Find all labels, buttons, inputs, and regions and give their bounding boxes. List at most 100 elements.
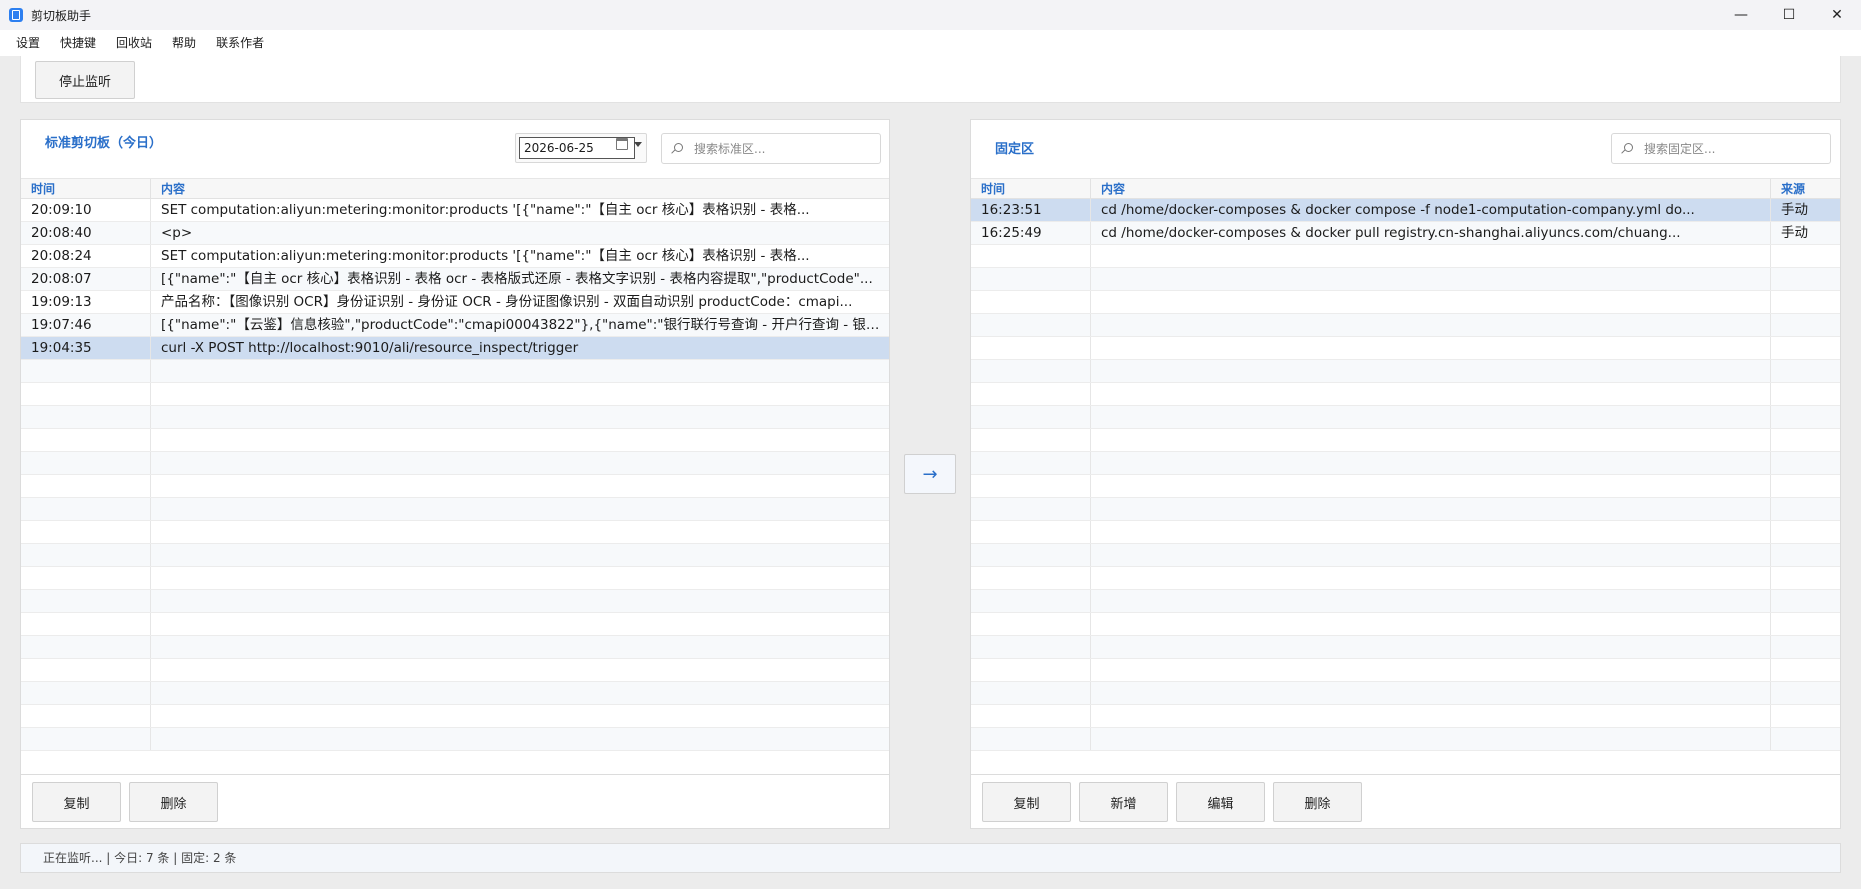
cell-content: cd /home/docker-composes & docker compos… [1091, 199, 1771, 221]
cell-content [151, 636, 889, 658]
empty-row [21, 406, 889, 429]
cell-time [971, 245, 1091, 267]
cell-time [21, 705, 151, 727]
empty-row [971, 636, 1840, 659]
stop-listening-button[interactable]: 停止监听 [35, 61, 135, 99]
cell-source [1771, 406, 1840, 428]
empty-row [971, 498, 1840, 521]
standard-search-box[interactable] [661, 133, 881, 164]
add-button[interactable]: 新增 [1079, 782, 1168, 822]
column-content[interactable]: 内容 [151, 179, 889, 198]
cell-time [971, 705, 1091, 727]
delete-button[interactable]: 删除 [1273, 782, 1362, 822]
cell-content [1091, 498, 1771, 520]
empty-row [971, 268, 1840, 291]
cell-content [151, 383, 889, 405]
minimize-icon[interactable]: — [1717, 0, 1765, 30]
empty-row [971, 245, 1840, 268]
standard-search-input[interactable] [694, 134, 874, 163]
empty-row [971, 682, 1840, 705]
table-row[interactable]: 19:09:13 产品名称：【图像识别 OCR】身份证识别 - 身份证 OCR -… [21, 291, 889, 314]
menu-shortcuts[interactable]: 快捷键 [50, 30, 106, 56]
cell-time [21, 659, 151, 681]
column-content[interactable]: 内容 [1091, 179, 1771, 198]
table-row[interactable]: 16:23:51 cd /home/docker-composes & docke… [971, 199, 1840, 222]
cell-content [151, 360, 889, 382]
copy-button[interactable]: 复制 [32, 782, 121, 822]
cell-content: [{"name":"【云鉴】信息核验","productCode":"cmapi… [161, 317, 889, 333]
cell-content [151, 613, 889, 635]
cell-content [1091, 268, 1771, 290]
cell-time [21, 452, 151, 474]
edit-button[interactable]: 编辑 [1176, 782, 1265, 822]
cell-time: 19:09:13 [21, 291, 151, 313]
column-time[interactable]: 时间 [21, 179, 151, 198]
cell-content [151, 659, 889, 681]
copy-button[interactable]: 复制 [982, 782, 1071, 822]
cell-content [151, 705, 889, 727]
delete-button[interactable]: 删除 [129, 782, 218, 822]
cell-time [21, 521, 151, 543]
window-title: 剪切板助手 [31, 8, 92, 23]
cell-content [1091, 360, 1771, 382]
cell-time: 19:07:46 [21, 314, 151, 336]
app-icon [9, 8, 23, 22]
search-icon [1624, 143, 1633, 152]
cell-time [21, 544, 151, 566]
table-row[interactable]: 20:08:40 <p> [21, 222, 889, 245]
empty-row [21, 429, 889, 452]
empty-row [971, 590, 1840, 613]
cell-content [1091, 314, 1771, 336]
menu-settings[interactable]: 设置 [6, 30, 50, 56]
empty-row [971, 728, 1840, 751]
cell-time [21, 567, 151, 589]
cell-content [151, 475, 889, 497]
empty-row [971, 521, 1840, 544]
menu-recycle-bin[interactable]: 回收站 [106, 30, 162, 56]
cell-source [1771, 337, 1840, 359]
cell-source [1771, 475, 1840, 497]
standard-table: 时间 内容 20:09:10 SET computation:aliyun:met… [21, 178, 889, 751]
empty-row [971, 544, 1840, 567]
menu-help[interactable]: 帮助 [162, 30, 206, 56]
table-row[interactable]: 16:25:49 cd /home/docker-composes & docke… [971, 222, 1840, 245]
empty-row [971, 705, 1840, 728]
close-icon[interactable]: ✕ [1813, 0, 1861, 30]
menu-bar: 设置 快捷键 回收站 帮助 联系作者 [0, 30, 1861, 56]
table-row[interactable]: 19:04:35 curl -X POST http://localhost:90… [21, 337, 889, 360]
cell-source: 手动 [1781, 202, 1808, 218]
pinned-search-input[interactable] [1644, 134, 1824, 163]
cell-source [1771, 728, 1840, 750]
cell-content [1091, 521, 1771, 543]
cell-source [1771, 590, 1840, 612]
chevron-down-icon[interactable] [634, 142, 642, 147]
cell-content [1091, 383, 1771, 405]
move-to-pinned-button[interactable]: → [904, 454, 956, 494]
table-row[interactable]: 20:08:07 [{"name":"【自主 ocr 核心】表格识别 - 表格 o… [21, 268, 889, 291]
table-row[interactable]: 20:09:10 SET computation:aliyun:metering:… [21, 199, 889, 222]
window-controls: — ☐ ✕ [1717, 0, 1861, 30]
cell-content [151, 452, 889, 474]
date-picker[interactable]: 2026-06-25 [515, 133, 647, 163]
cell-content [1091, 728, 1771, 750]
cell-time [971, 728, 1091, 750]
calendar-icon[interactable] [616, 138, 628, 150]
pinned-table-body: 16:23:51 cd /home/docker-composes & docke… [971, 199, 1840, 751]
pinned-table: 时间 内容 来源 16:23:51 cd /home/docker-compose… [971, 178, 1840, 751]
table-row[interactable]: 19:07:46 [{"name":"【云鉴】信息核验","productCode… [21, 314, 889, 337]
cell-source: 手动 [1781, 225, 1808, 241]
empty-row [971, 337, 1840, 360]
table-row[interactable]: 20:08:24 SET computation:aliyun:metering:… [21, 245, 889, 268]
cell-content [1091, 705, 1771, 727]
menu-contact-author[interactable]: 联系作者 [206, 30, 274, 56]
maximize-icon[interactable]: ☐ [1765, 0, 1813, 30]
cell-content [1091, 429, 1771, 451]
cell-content: SET computation:aliyun:metering:monitor:… [161, 202, 810, 218]
column-source[interactable]: 来源 [1771, 179, 1840, 198]
column-time[interactable]: 时间 [971, 179, 1091, 198]
empty-row [21, 728, 889, 751]
cell-content [1091, 245, 1771, 267]
cell-source [1771, 314, 1840, 336]
pinned-search-box[interactable] [1611, 133, 1831, 164]
empty-row [971, 567, 1840, 590]
